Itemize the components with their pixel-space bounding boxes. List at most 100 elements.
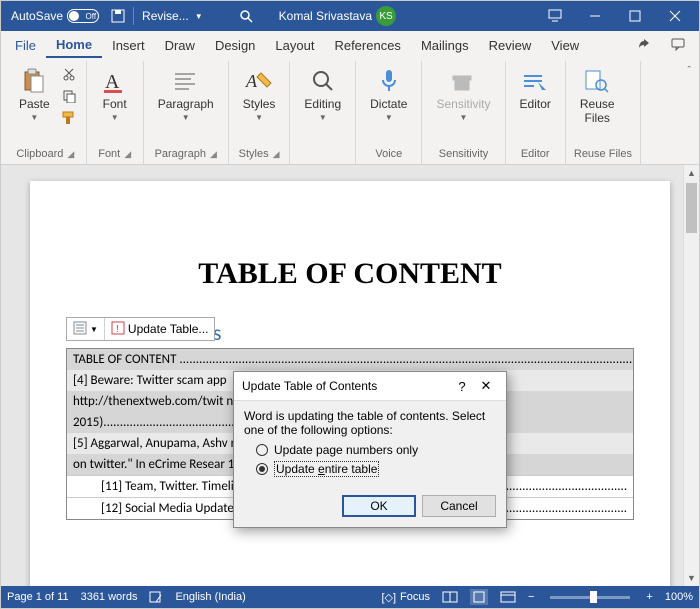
tab-home[interactable]: Home (46, 33, 102, 58)
group-label-paragraph: Paragraph (155, 148, 206, 160)
group-styles: A Styles ▼ Styles◢ (229, 61, 291, 164)
ok-button[interactable]: OK (342, 495, 416, 517)
tab-file[interactable]: File (5, 34, 46, 57)
tab-layout[interactable]: Layout (265, 34, 324, 57)
zoom-slider[interactable] (550, 596, 630, 599)
radio-update-entire-table[interactable]: Update entire table (256, 461, 496, 477)
tab-view[interactable]: View (541, 34, 589, 57)
font-icon: A (101, 67, 129, 95)
focus-mode-button[interactable]: [◇]Focus (381, 591, 430, 604)
chevron-down-icon: ▼ (111, 113, 119, 122)
web-layout-icon[interactable] (500, 591, 516, 603)
group-label-font: Font (98, 148, 120, 160)
print-layout-icon[interactable] (470, 589, 488, 605)
editing-button[interactable]: Editing ▼ (298, 63, 347, 126)
copy-icon[interactable] (60, 87, 78, 105)
cut-icon[interactable] (60, 65, 78, 83)
autosave-label: AutoSave (11, 9, 63, 23)
group-paragraph: Paragraph ▼ Paragraph ◢ (144, 61, 229, 164)
tab-insert[interactable]: Insert (102, 34, 155, 57)
search-icon[interactable] (233, 3, 259, 29)
tab-mailings[interactable]: Mailings (411, 34, 479, 57)
group-label-editor: Editor (521, 148, 550, 160)
user-avatar[interactable]: KS (376, 6, 396, 26)
tab-references[interactable]: References (324, 34, 410, 57)
toc-options-button[interactable]: ▼ (67, 318, 105, 340)
minimize-button[interactable] (575, 1, 615, 31)
dialog-launcher-icon[interactable]: ◢ (67, 149, 74, 160)
collapse-ribbon-icon[interactable]: ˆ (687, 65, 691, 77)
dialog-launcher-icon[interactable]: ◢ (124, 149, 131, 160)
tab-review[interactable]: Review (479, 34, 542, 57)
group-reuse-files: Reuse Files Reuse Files (566, 61, 641, 164)
reuse-files-button[interactable]: Reuse Files (574, 63, 621, 129)
editing-icon (309, 67, 337, 95)
svg-text:!: ! (116, 324, 119, 335)
vertical-scrollbar[interactable]: ▲ ▼ (683, 165, 699, 586)
paragraph-button[interactable]: Paragraph ▼ (152, 63, 220, 126)
toc-icon (73, 321, 87, 338)
sensitivity-button: Sensitivity ▼ (430, 63, 496, 126)
scrollbar-thumb[interactable] (686, 183, 697, 233)
tab-design[interactable]: Design (205, 34, 265, 57)
dialog-message: Word is updating the table of contents. … (244, 409, 496, 437)
format-painter-icon[interactable] (60, 109, 78, 127)
maximize-button[interactable] (615, 1, 655, 31)
toggle-off-icon: Off (67, 9, 99, 23)
reuse-files-icon (583, 67, 611, 95)
save-icon[interactable] (105, 3, 131, 29)
group-label-clipboard: Clipboard (16, 148, 63, 160)
chevron-down-icon: ▼ (460, 113, 468, 122)
group-editing: Editing ▼ (290, 61, 356, 164)
document-title[interactable]: Revise... (136, 9, 195, 23)
chevron-down-icon: ▼ (319, 113, 327, 122)
zoom-in-button[interactable]: + (646, 591, 652, 603)
word-count[interactable]: 3361 words (81, 591, 138, 603)
styles-button[interactable]: A Styles ▼ (237, 63, 282, 126)
chevron-down-icon: ▼ (385, 113, 393, 122)
update-table-button[interactable]: ! Update Table... (105, 318, 215, 340)
title-bar: AutoSave Off Revise... ▼ Komal Srivastav… (1, 1, 699, 31)
spellcheck-icon[interactable] (149, 590, 163, 604)
close-icon[interactable]: ✕ (474, 378, 498, 394)
group-clipboard: Paste ▼ Clipboard ◢ (5, 61, 87, 164)
zoom-level[interactable]: 100% (665, 591, 693, 603)
ribbon: Paste ▼ Clipboard◢ A Font ▼ Font◢ Paragr (1, 59, 699, 165)
scroll-down-icon[interactable]: ▼ (684, 570, 699, 586)
svg-text:A: A (105, 71, 120, 93)
toc-toolbar: ▼ ! Update Table... (66, 317, 215, 341)
group-editor: Editor Editor (506, 61, 566, 164)
update-toc-dialog: Update Table of Contents ? ✕ Word is upd… (233, 371, 507, 528)
dialog-titlebar[interactable]: Update Table of Contents ? ✕ (234, 372, 506, 401)
paste-button[interactable]: Paste ▼ (13, 63, 56, 126)
ribbon-options-icon[interactable] (535, 1, 575, 31)
status-bar: Page 1 of 11 3361 words English (India) … (1, 586, 699, 608)
radio-update-page-numbers[interactable]: Update page numbers only (256, 443, 496, 457)
toc-line[interactable]: TABLE OF CONTENT .......................… (67, 349, 633, 370)
page-indicator[interactable]: Page 1 of 11 (7, 591, 69, 603)
dictate-button[interactable]: Dictate ▼ (364, 63, 413, 126)
dialog-launcher-icon[interactable]: ◢ (273, 149, 280, 160)
scroll-up-icon[interactable]: ▲ (684, 165, 699, 181)
close-button[interactable] (655, 1, 695, 31)
language-indicator[interactable]: English (India) (175, 591, 245, 603)
group-voice: Dictate ▼ Voice (356, 61, 422, 164)
share-button[interactable] (627, 33, 661, 58)
help-button[interactable]: ? (450, 379, 474, 394)
font-button[interactable]: A Font ▼ (95, 63, 135, 126)
chevron-down-icon: ▼ (30, 113, 38, 122)
radio-icon (256, 444, 268, 456)
dialog-title: Update Table of Contents (242, 379, 377, 393)
comments-button[interactable] (661, 33, 695, 58)
sensitivity-icon (450, 67, 478, 95)
cancel-button[interactable]: Cancel (422, 495, 496, 517)
autosave-toggle[interactable]: AutoSave Off (5, 9, 105, 23)
zoom-out-button[interactable]: − (528, 591, 534, 603)
dialog-launcher-icon[interactable]: ◢ (210, 149, 217, 160)
paragraph-icon (172, 67, 200, 95)
read-mode-icon[interactable] (442, 591, 458, 603)
group-label-sensitivity: Sensitivity (439, 148, 489, 160)
editor-button[interactable]: Editor (514, 63, 557, 115)
user-name[interactable]: Komal Srivastava (279, 9, 372, 23)
tab-draw[interactable]: Draw (155, 34, 205, 57)
